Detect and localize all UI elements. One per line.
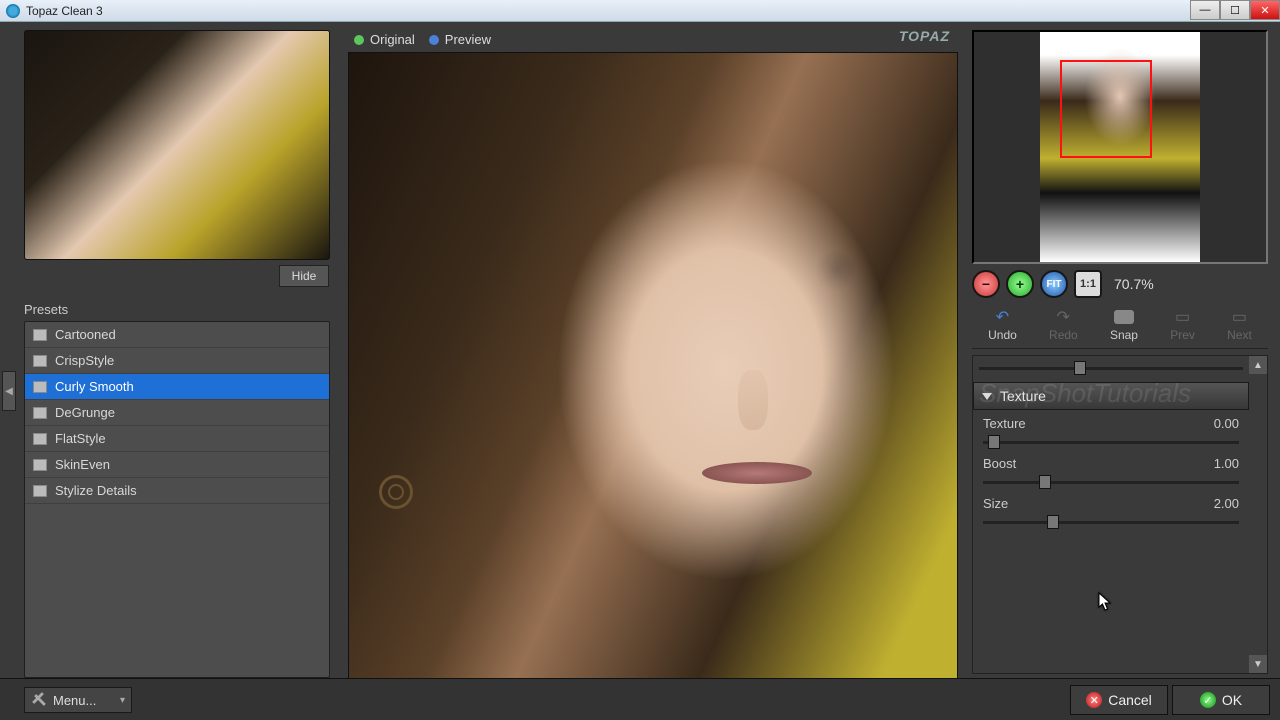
collapse-left-icon[interactable]: ◀ (2, 371, 16, 411)
slider-texture[interactable] (983, 434, 1239, 450)
minimize-button[interactable]: — (1190, 0, 1220, 20)
preset-label: FlatStyle (55, 431, 106, 446)
preset-label: Cartooned (55, 327, 116, 342)
undo-icon: ↶ (991, 308, 1013, 326)
preset-item[interactable]: Curly Smooth (25, 374, 329, 400)
zoom-out-button[interactable]: − (972, 270, 1000, 298)
redo-button[interactable]: ↷Redo (1049, 308, 1078, 342)
loupe-icon (379, 475, 413, 509)
preview-art (702, 462, 812, 484)
section-slider[interactable] (979, 360, 1243, 376)
original-thumbnail: Hide (24, 30, 330, 260)
brand-logo: TOPAZ (899, 28, 950, 44)
close-icon: ✕ (1086, 692, 1102, 708)
section-header-texture[interactable]: Texture (973, 382, 1249, 410)
menu-button[interactable]: Menu... (24, 687, 132, 713)
file-icon (33, 459, 47, 471)
preset-item[interactable]: DeGrunge (25, 400, 329, 426)
prev-icon: ▭ (1172, 308, 1194, 326)
preset-item[interactable]: FlatStyle (25, 426, 329, 452)
param-texture: Texture0.00 (983, 416, 1239, 450)
file-icon (33, 329, 47, 341)
snap-button[interactable]: Snap (1110, 308, 1138, 342)
chevron-down-icon (982, 393, 992, 400)
zoom-in-button[interactable]: + (1006, 270, 1034, 298)
ok-button[interactable]: ✓OK (1172, 685, 1270, 715)
scroll-down-button[interactable]: ▼ (1249, 655, 1267, 673)
check-icon: ✓ (1200, 692, 1216, 708)
tab-preview[interactable]: Preview (429, 32, 491, 47)
file-icon (33, 381, 47, 393)
preset-item[interactable]: Stylize Details (25, 478, 329, 504)
title-bar: Topaz Clean 3 — ☐ ✕ (0, 0, 1280, 22)
preset-label: Curly Smooth (55, 379, 134, 394)
preset-item[interactable]: Cartooned (25, 322, 329, 348)
preset-label: Stylize Details (55, 483, 137, 498)
preset-label: SkinEven (55, 457, 110, 472)
param-size: Size2.00 (983, 496, 1239, 530)
cancel-button[interactable]: ✕Cancel (1070, 685, 1168, 715)
dot-icon (354, 35, 364, 45)
preset-list: Cartooned CrispStyle Curly Smooth DeGrun… (24, 321, 330, 678)
navigator-viewport[interactable] (1060, 60, 1152, 158)
preset-item[interactable]: SkinEven (25, 452, 329, 478)
navigator-image (1040, 32, 1200, 262)
file-icon (33, 355, 47, 367)
hide-button[interactable]: Hide (279, 265, 329, 287)
zoom-actual-button[interactable]: 1:1 (1074, 270, 1102, 298)
scroll-up-button[interactable]: ▲ (1249, 356, 1267, 374)
next-button[interactable]: ▭Next (1227, 308, 1252, 342)
wrench-icon (30, 690, 50, 710)
maximize-button[interactable]: ☐ (1220, 0, 1250, 20)
close-button[interactable]: ✕ (1250, 0, 1280, 20)
presets-heading: Presets (24, 298, 330, 321)
preset-label: CrispStyle (55, 353, 114, 368)
preset-label: DeGrunge (55, 405, 115, 420)
preview-art (738, 370, 768, 430)
preset-item[interactable]: CrispStyle (25, 348, 329, 374)
dot-icon (429, 35, 439, 45)
next-icon: ▭ (1228, 308, 1250, 326)
tab-original[interactable]: Original (354, 32, 415, 47)
slider-size[interactable] (983, 514, 1239, 530)
file-icon (33, 433, 47, 445)
file-icon (33, 485, 47, 497)
zoom-value: 70.7% (1114, 276, 1154, 292)
main-preview[interactable] (348, 52, 958, 714)
camera-icon (1113, 308, 1135, 326)
slider-boost[interactable] (983, 474, 1239, 490)
undo-button[interactable]: ↶Undo (988, 308, 1017, 342)
redo-icon: ↷ (1052, 308, 1074, 326)
file-icon (33, 407, 47, 419)
navigator-panel[interactable] (972, 30, 1268, 264)
app-icon (6, 4, 20, 18)
param-boost: Boost1.00 (983, 456, 1239, 490)
window-title: Topaz Clean 3 (26, 4, 103, 18)
prev-button[interactable]: ▭Prev (1170, 308, 1195, 342)
zoom-fit-button[interactable]: FIT (1040, 270, 1068, 298)
